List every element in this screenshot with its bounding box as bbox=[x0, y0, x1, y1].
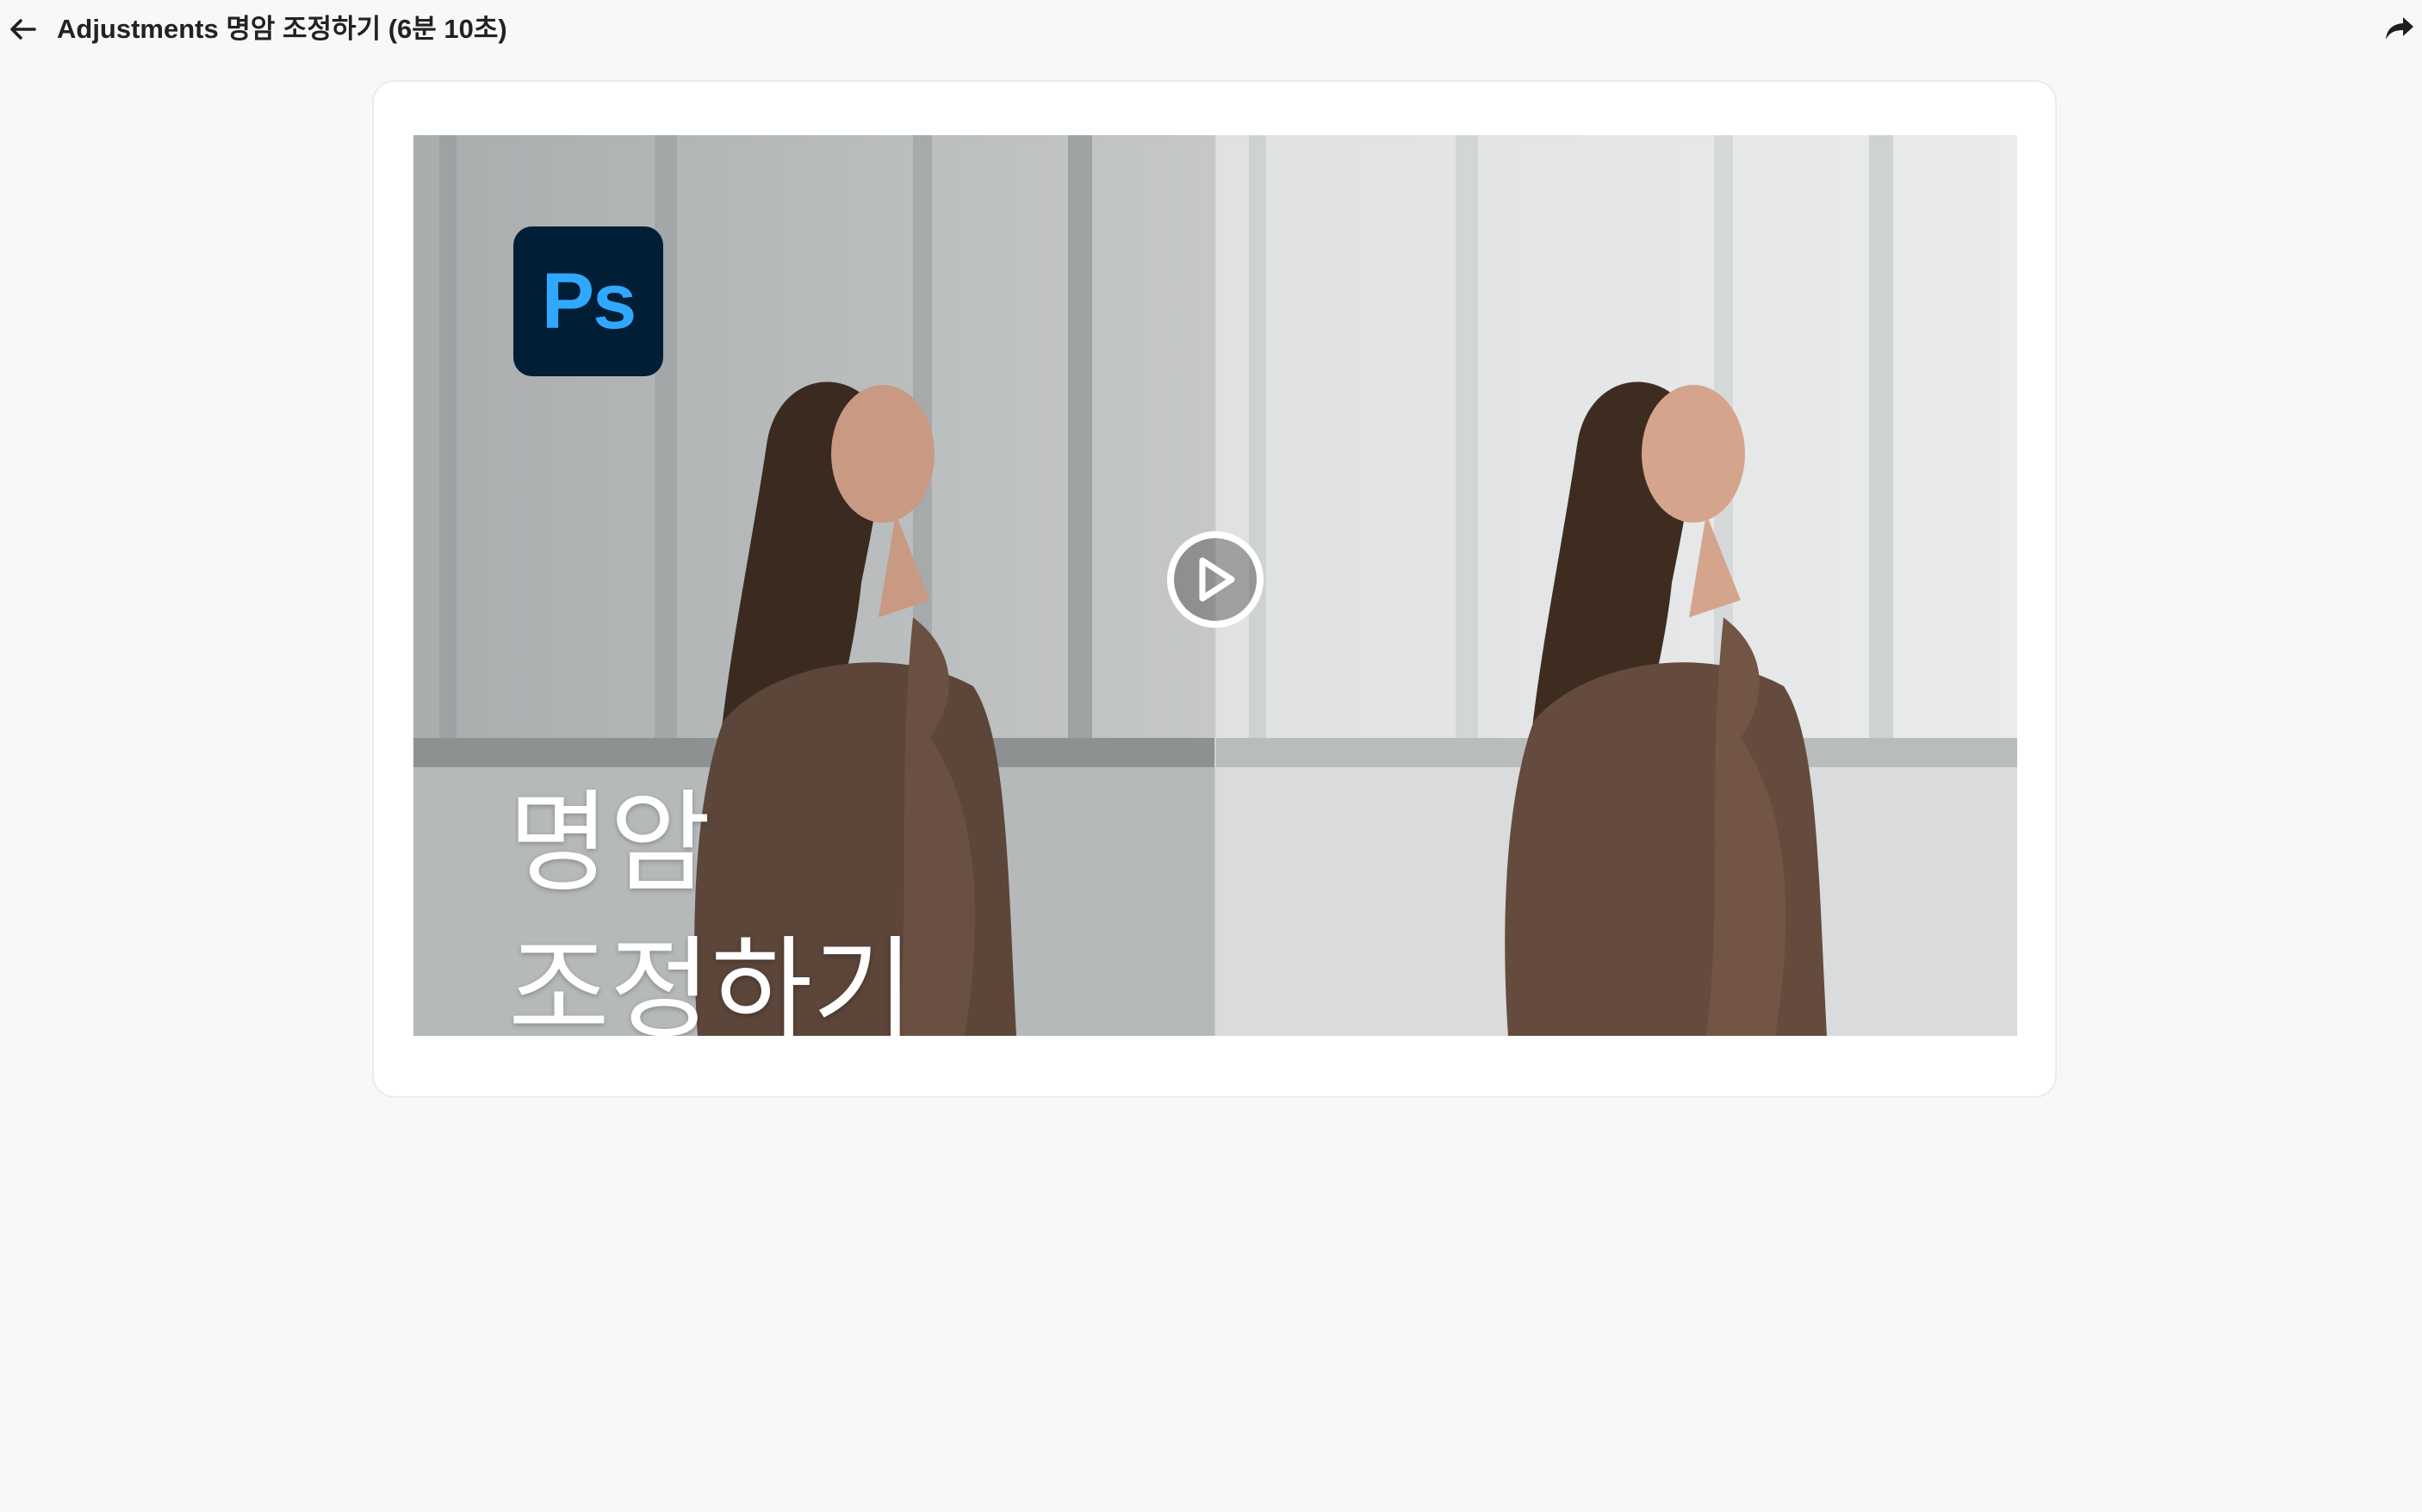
thumbnail-caption-line2: 조정하기 bbox=[508, 926, 915, 1036]
play-button[interactable] bbox=[1167, 531, 1264, 628]
photoshop-logo-text: Ps bbox=[541, 257, 637, 345]
video-card: Ps 명암 조정하기 bbox=[372, 80, 2057, 1098]
page-title: Adjustments 명암 조정하기 (6분 10초) bbox=[57, 14, 507, 44]
top-bar: Adjustments 명암 조정하기 (6분 10초) bbox=[0, 0, 2422, 59]
thumbnail-caption-line1: 명암 bbox=[508, 779, 711, 908]
share-button[interactable] bbox=[2381, 12, 2419, 46]
video-player[interactable]: Ps 명암 조정하기 bbox=[413, 135, 2017, 1036]
photoshop-logo: Ps bbox=[513, 226, 663, 376]
share-icon bbox=[2386, 17, 2413, 40]
play-icon bbox=[1199, 557, 1235, 602]
back-button[interactable] bbox=[5, 14, 40, 45]
arrow-left-icon bbox=[10, 19, 36, 40]
